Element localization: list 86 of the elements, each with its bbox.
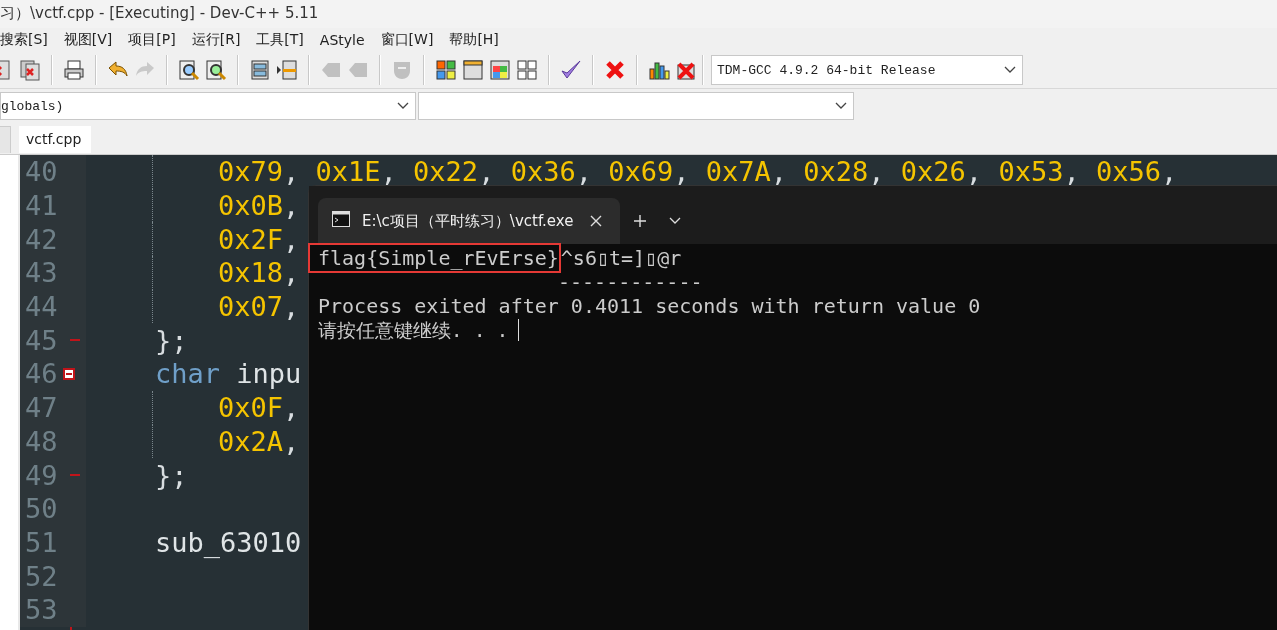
caret-icon [1004, 66, 1016, 74]
terminal-tab[interactable]: E:\c项目（平时练习）\vctf.exe [318, 198, 620, 244]
caret-icon [835, 102, 847, 110]
line-number: 44 [24, 293, 58, 321]
punctuation: , [770, 156, 789, 188]
line-number: 42 [24, 225, 58, 253]
fold-toggle-icon[interactable] [63, 367, 75, 380]
magnifier-icon[interactable] [178, 59, 200, 81]
grid-icon[interactable] [516, 59, 538, 81]
line-number: 49 [24, 461, 58, 489]
menu-item[interactable]: 项目[P] [128, 31, 176, 49]
line-number: 48 [24, 427, 58, 455]
hex-literal: 0x2F [218, 223, 284, 255]
hex-literal: 0x53 [998, 156, 1064, 188]
exit-message: Process exited after 0.4011 seconds with return value 0 [318, 294, 981, 318]
hex-literal: 0x7A [705, 156, 771, 188]
punctuation: , [380, 156, 398, 188]
line-number: 47 [24, 394, 58, 422]
punctuation: }; [155, 459, 188, 491]
close-icon[interactable] [590, 215, 602, 227]
hex-literal: 0x0B [218, 190, 284, 222]
hex-literal: 0x26 [900, 156, 966, 188]
menu-item[interactable]: 搜索[S] [0, 31, 48, 49]
hex-literal: 0x79 [218, 156, 284, 188]
hex-literal: 0x28 [803, 156, 869, 188]
window-icon[interactable] [489, 59, 511, 81]
hex-literal: 0x2A [218, 425, 284, 457]
hex-literal: 0x69 [608, 156, 674, 188]
identifier: inpu [236, 358, 302, 390]
separator-line: ------------ [558, 270, 703, 294]
cross-icon[interactable] [604, 59, 626, 81]
menu-item[interactable]: 视图[V] [63, 31, 113, 49]
punctuation: , [965, 156, 984, 188]
line-number: 41 [24, 192, 58, 220]
hex-literal: 0x0F [218, 392, 284, 424]
menu-item[interactable]: 运行[R] [191, 31, 241, 49]
punctuation: , [283, 392, 300, 424]
magnifier-icon[interactable] [205, 59, 227, 81]
press-key-prompt: 请按任意键继续. . . [318, 318, 509, 342]
punctuation: , [1160, 156, 1178, 188]
hex-literal: 0x07 [218, 291, 284, 323]
menu-item[interactable]: 窗口[W] [380, 31, 434, 49]
hex-literal: 0x18 [218, 257, 284, 289]
grid-icon[interactable] [435, 59, 457, 81]
line-number: 46 [24, 360, 58, 388]
caret-icon [397, 102, 409, 110]
bar-chart-icon[interactable] [648, 59, 670, 81]
line-number: 50 [24, 495, 58, 523]
highlighted-flag: flag{Simple_rEvErse} [308, 243, 561, 273]
menu-item[interactable]: 帮助[H] [449, 31, 499, 49]
line-number: 53 [24, 596, 58, 624]
hex-literal: 0x56 [1095, 156, 1161, 188]
punctuation: }; [155, 324, 188, 356]
blocks-icon[interactable] [249, 59, 271, 81]
punctuation: , [283, 291, 300, 323]
punctuation: , [575, 156, 593, 188]
menu-item[interactable]: AStyle [319, 32, 365, 48]
window-icon[interactable] [462, 59, 484, 81]
punctuation: , [478, 156, 496, 188]
identifier: sub_63010 [155, 526, 302, 558]
line-number: 43 [24, 259, 58, 287]
line-number: 52 [24, 562, 58, 590]
blocks-icon[interactable] [276, 59, 298, 81]
punctuation: , [283, 223, 300, 255]
line-number: 51 [24, 528, 58, 556]
punctuation: , [673, 156, 691, 188]
hex-literal: 0x1E [315, 156, 381, 188]
documents-icon[interactable] [19, 59, 41, 81]
punctuation: , [1063, 156, 1081, 188]
hex-literal: 0x36 [510, 156, 576, 188]
line-number: 40 [24, 158, 58, 186]
printer-icon[interactable] [63, 59, 85, 81]
compiler-dropdown[interactable]: TDM-GCC 4.9.2 64-bit Release [711, 55, 1023, 85]
punctuation: , [283, 156, 301, 188]
file-tab[interactable]: vctf.cpp [19, 126, 92, 153]
punctuation: , [868, 156, 886, 188]
punctuation: , [283, 425, 300, 457]
hex-literal: 0x22 [413, 156, 479, 188]
check-icon[interactable] [560, 59, 582, 81]
menu-item[interactable]: 工具[T] [256, 31, 304, 49]
line-number: 45 [24, 326, 58, 354]
output-text: ^s6▯t=]▯@r [560, 246, 682, 270]
scope-dropdown[interactable]: globals) [0, 92, 416, 120]
keyword: char [155, 358, 221, 390]
punctuation: , [283, 257, 300, 289]
punctuation: , [283, 190, 300, 222]
